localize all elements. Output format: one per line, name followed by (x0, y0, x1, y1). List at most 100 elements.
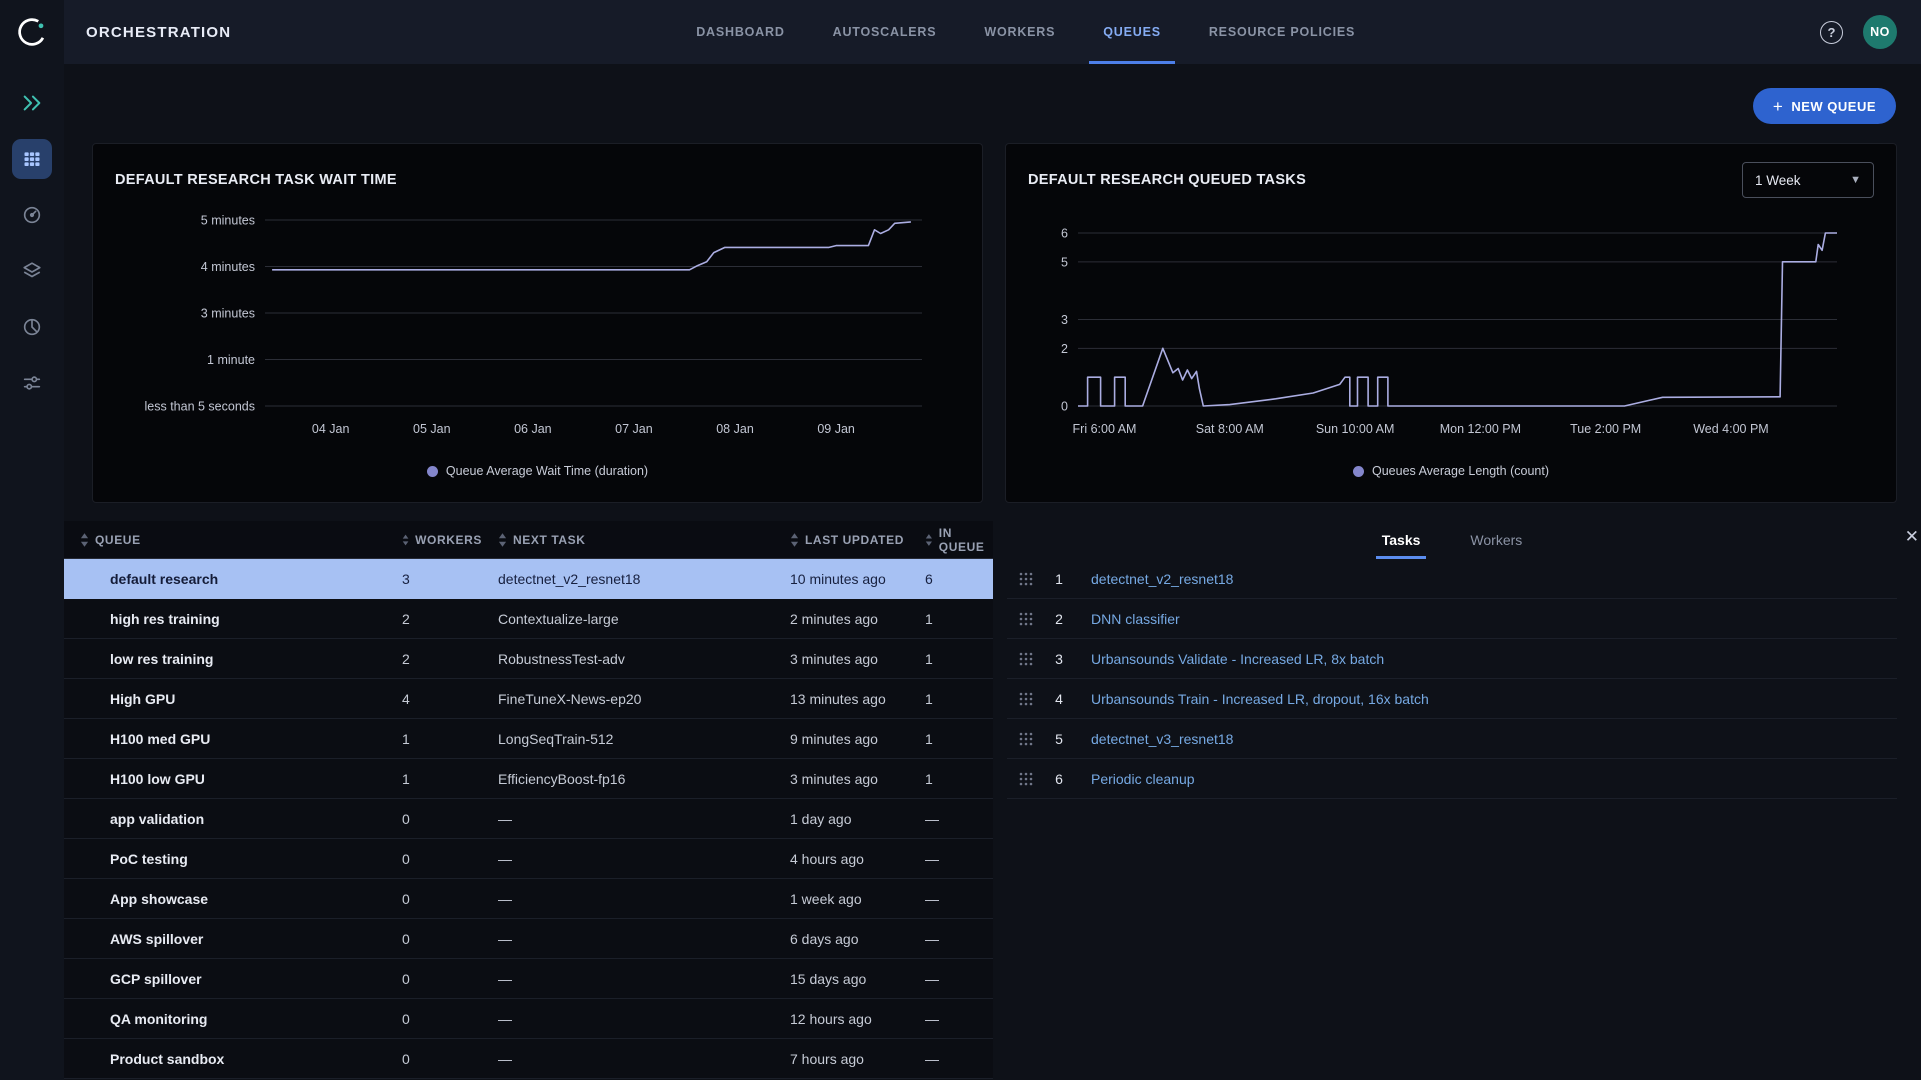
legend-dot-icon (1353, 466, 1364, 477)
new-queue-button[interactable]: + NEW QUEUE (1753, 88, 1896, 124)
svg-text:Wed 4:00 PM: Wed 4:00 PM (1693, 422, 1769, 436)
task-number: 3 (1047, 651, 1071, 667)
in-queue-cell: 6 (909, 571, 993, 587)
column-header[interactable]: NEXT TASK (482, 533, 774, 547)
workers-cell: 2 (386, 611, 482, 627)
help-icon[interactable]: ? (1820, 21, 1843, 44)
table-row[interactable]: low res training 2 RobustnessTest-adv 3 … (64, 639, 993, 679)
queue-name-cell: app validation (64, 811, 386, 827)
wait-time-card: DEFAULT RESEARCH TASK WAIT TIME less tha… (92, 143, 983, 503)
task-row: 1 detectnet_v2_resnet18 (1007, 559, 1897, 599)
next-task-cell: RobustnessTest-adv (482, 651, 774, 667)
nav-tab[interactable]: QUEUES (1089, 0, 1175, 64)
task-link[interactable]: detectnet_v3_resnet18 (1091, 731, 1233, 747)
table-row[interactable]: GCP spillover 0 — 15 days ago — (64, 959, 993, 999)
last-updated-cell: 4 hours ago (774, 851, 909, 867)
svg-text:04 Jan: 04 Jan (312, 422, 350, 436)
queued-tasks-card-title: DEFAULT RESEARCH QUEUED TASKS (1028, 172, 1306, 188)
column-header[interactable]: IN QUEUE (909, 526, 993, 554)
svg-text:Fri 6:00 AM: Fri 6:00 AM (1073, 422, 1137, 436)
queue-name-cell: Product sandbox (64, 1051, 386, 1067)
time-range-select[interactable]: 1 Week ▼ (1742, 162, 1874, 198)
panel-tabs: Tasks Workers (1007, 521, 1897, 559)
workers-cell: 0 (386, 811, 482, 827)
avatar[interactable]: NO (1863, 15, 1897, 49)
task-link[interactable]: detectnet_v2_resnet18 (1091, 571, 1233, 587)
table-row[interactable]: QA monitoring 0 — 12 hours ago — (64, 999, 993, 1039)
task-link[interactable]: Urbansounds Train - Increased LR, dropou… (1091, 691, 1429, 707)
drag-handle-icon[interactable] (1019, 572, 1033, 586)
policies-icon[interactable] (12, 363, 52, 403)
panel-tab-label: Workers (1470, 532, 1522, 548)
workers-icon[interactable] (12, 195, 52, 235)
time-range-value: 1 Week (1755, 173, 1801, 188)
nav-tab[interactable]: WORKERS (970, 0, 1069, 64)
nav-tab-label: RESOURCE POLICIES (1209, 25, 1355, 39)
task-link[interactable]: Urbansounds Validate - Increased LR, 8x … (1091, 651, 1384, 667)
queued-tasks-card: DEFAULT RESEARCH QUEUED TASKS 1 Week ▼ 0… (1005, 143, 1897, 503)
chevron-down-icon: ▼ (1850, 174, 1861, 186)
svg-text:5 minutes: 5 minutes (201, 214, 255, 228)
workers-cell: 1 (386, 731, 482, 747)
table-row[interactable]: high res training 2 Contextualize-large … (64, 599, 993, 639)
drag-handle-icon[interactable] (1019, 732, 1033, 746)
layers-icon[interactable] (12, 251, 52, 291)
panel-tab[interactable]: Tasks (1376, 521, 1427, 559)
in-queue-cell: 1 (909, 691, 993, 707)
drag-handle-icon[interactable] (1019, 652, 1033, 666)
nav-tab[interactable]: RESOURCE POLICIES (1195, 0, 1369, 64)
svg-text:3: 3 (1061, 313, 1068, 327)
queue-name-cell: H100 med GPU (64, 731, 386, 747)
in-queue-cell: — (909, 811, 993, 827)
task-link[interactable]: DNN classifier (1091, 611, 1180, 627)
table-row[interactable]: H100 low GPU 1 EfficiencyBoost-fp16 3 mi… (64, 759, 993, 799)
workers-cell: 0 (386, 891, 482, 907)
svg-text:0: 0 (1061, 400, 1068, 414)
table-row[interactable]: H100 med GPU 1 LongSeqTrain-512 9 minute… (64, 719, 993, 759)
queues-table: QUEUE WORKERS NEXT TASK (64, 521, 993, 1079)
task-row: 6 Periodic cleanup (1007, 759, 1897, 799)
launch-icon[interactable] (12, 83, 52, 123)
in-queue-cell: — (909, 931, 993, 947)
table-row[interactable]: High GPU 4 FineTuneX-News-ep20 13 minute… (64, 679, 993, 719)
last-updated-cell: 7 hours ago (774, 1051, 909, 1067)
table-row[interactable]: default research 3 detectnet_v2_resnet18… (64, 559, 993, 599)
queue-name-cell: QA monitoring (64, 1011, 386, 1027)
task-row: 5 detectnet_v3_resnet18 (1007, 719, 1897, 759)
queue-name-cell: H100 low GPU (64, 771, 386, 787)
column-header-label: IN QUEUE (939, 526, 993, 554)
topbar-right: ? NO (1820, 0, 1921, 64)
table-row[interactable]: AWS spillover 0 — 6 days ago — (64, 919, 993, 959)
task-link[interactable]: Periodic cleanup (1091, 771, 1195, 787)
queue-detail-panel: Tasks Workers ✕ 1 detectnet_v2_resnet18 (993, 521, 1921, 1079)
workers-cell: 0 (386, 851, 482, 867)
queues-icon[interactable] (12, 139, 52, 179)
table-row[interactable]: App showcase 0 — 1 week ago — (64, 879, 993, 919)
svg-text:09 Jan: 09 Jan (817, 422, 855, 436)
last-updated-cell: 1 week ago (774, 891, 909, 907)
drag-handle-icon[interactable] (1019, 612, 1033, 626)
actions-row: + NEW QUEUE (64, 64, 1921, 124)
drag-handle-icon[interactable] (1019, 772, 1033, 786)
app-logo[interactable] (0, 0, 64, 64)
legend-dot-icon (427, 466, 438, 477)
in-queue-cell: — (909, 851, 993, 867)
column-header[interactable]: WORKERS (386, 533, 482, 547)
panel-tab[interactable]: Workers (1464, 521, 1528, 559)
svg-text:08 Jan: 08 Jan (716, 422, 754, 436)
table-row[interactable]: app validation 0 — 1 day ago — (64, 799, 993, 839)
drag-handle-icon[interactable] (1019, 692, 1033, 706)
nav-tab[interactable]: AUTOSCALERS (819, 0, 951, 64)
column-header[interactable]: QUEUE (64, 533, 386, 547)
sort-icon (402, 533, 409, 547)
last-updated-cell: 3 minutes ago (774, 651, 909, 667)
table-row[interactable]: Product sandbox 0 — 7 hours ago — (64, 1039, 993, 1079)
nav-tab[interactable]: DASHBOARD (682, 0, 798, 64)
legend-label: Queues Average Length (count) (1372, 464, 1549, 478)
column-header[interactable]: LAST UPDATED (774, 533, 909, 547)
close-icon[interactable]: ✕ (1905, 527, 1919, 547)
table-row[interactable]: PoC testing 0 — 4 hours ago — (64, 839, 993, 879)
resources-icon[interactable] (12, 307, 52, 347)
in-queue-cell: 1 (909, 731, 993, 747)
next-task-cell: FineTuneX-News-ep20 (482, 691, 774, 707)
